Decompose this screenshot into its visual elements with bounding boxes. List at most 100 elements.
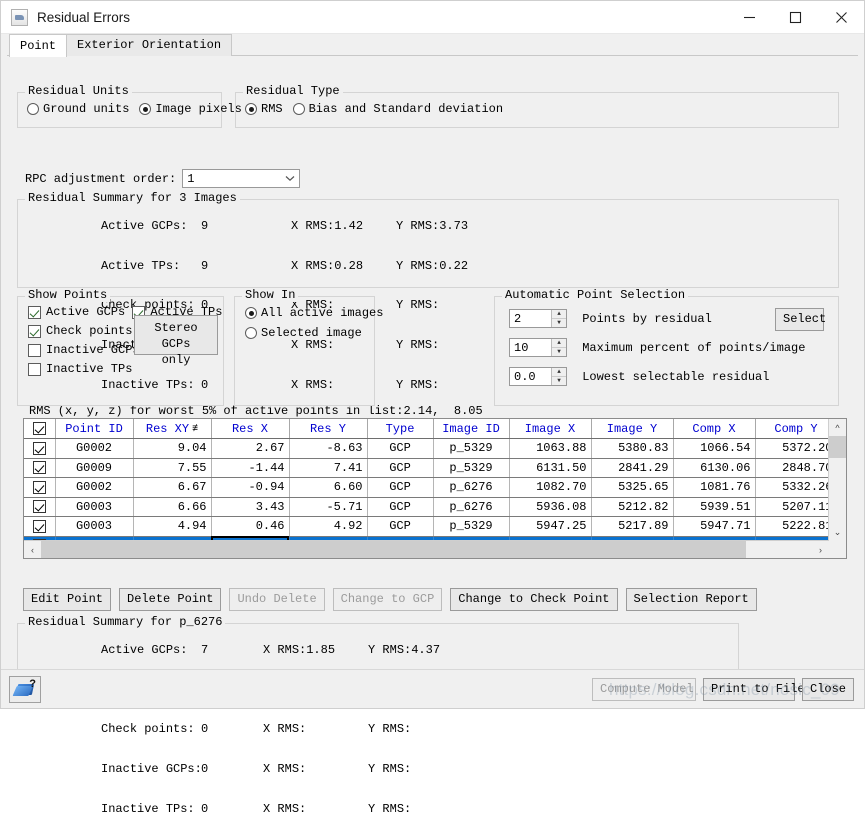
row-checkbox[interactable] bbox=[24, 439, 55, 459]
cell-type: GCP bbox=[367, 458, 433, 478]
summary-row: Active GCPs:9X RMS:1.42Y RMS:3.73 bbox=[29, 207, 483, 247]
table-vertical-scrollbar[interactable]: ^ ⌄ bbox=[828, 419, 846, 541]
row-checkbox-icon[interactable] bbox=[33, 520, 46, 533]
show-in-legend: Show In bbox=[242, 289, 298, 302]
points-by-residual-spin-buttons[interactable]: ▲ ▼ bbox=[551, 310, 566, 327]
spin-down-icon[interactable]: ▼ bbox=[552, 319, 566, 327]
cell-point-id: G0002 bbox=[55, 439, 133, 459]
select-all-checkbox-icon[interactable] bbox=[33, 422, 46, 435]
summary-yrms: Y RMS: bbox=[368, 722, 411, 736]
cell-res-y: -5.71 bbox=[289, 497, 367, 517]
cell-point-id: G0009 bbox=[55, 458, 133, 478]
rpc-adjustment-order-select[interactable]: 1 bbox=[182, 169, 300, 188]
row-checkbox-icon[interactable] bbox=[33, 442, 46, 455]
stereo-gcps-only-button[interactable]: Stereo GCPs only bbox=[134, 315, 218, 355]
maximum-percent-stepper[interactable]: 10 ▲ ▼ bbox=[509, 338, 567, 357]
cell-comp-y: 2848.70 bbox=[755, 458, 837, 478]
header-comp-x[interactable]: Comp X bbox=[673, 419, 755, 439]
scroll-up-icon[interactable]: ^ bbox=[829, 419, 846, 436]
table-row[interactable]: G0003 4.94 0.46 4.92 GCP p_5329 5947.25 … bbox=[24, 517, 847, 537]
row-checkbox-icon[interactable] bbox=[33, 500, 46, 513]
change-to-check-point-button[interactable]: Change to Check Point bbox=[450, 588, 617, 611]
header-res-y[interactable]: Res Y bbox=[289, 419, 367, 439]
points-table[interactable]: Point ID Res XY≢ Res X Res Y Type Image … bbox=[23, 418, 847, 559]
header-type[interactable]: Type bbox=[367, 419, 433, 439]
header-label: Type bbox=[386, 422, 415, 436]
maximize-icon[interactable] bbox=[772, 1, 818, 33]
row-checkbox[interactable] bbox=[24, 458, 55, 478]
table-row[interactable]: G0002 9.04 2.67 -8.63 GCP p_5329 1063.88… bbox=[24, 439, 847, 459]
spin-up-icon[interactable]: ▲ bbox=[552, 339, 566, 348]
residual-type-group: Residual Type RMS Bias and Standard devi… bbox=[235, 92, 839, 128]
table-horizontal-scrollbar[interactable]: ‹ › bbox=[24, 540, 829, 558]
minimize-icon[interactable] bbox=[726, 1, 772, 33]
summary-count: 7 bbox=[201, 644, 263, 657]
row-checkbox[interactable] bbox=[24, 478, 55, 498]
header-select-all[interactable] bbox=[24, 419, 55, 439]
table-row[interactable]: G0009 7.55 -1.44 7.41 GCP p_5329 6131.50… bbox=[24, 458, 847, 478]
table-row[interactable]: G0003 6.66 3.43 -5.71 GCP p_6276 5936.08… bbox=[24, 497, 847, 517]
spin-up-icon[interactable]: ▲ bbox=[552, 310, 566, 319]
radio-image-pixels[interactable]: Image pixels bbox=[139, 102, 241, 116]
radio-bias-std[interactable]: Bias and Standard deviation bbox=[293, 102, 503, 116]
select-button[interactable]: Select bbox=[775, 308, 824, 331]
table-row[interactable]: G0002 6.67 -0.94 6.60 GCP p_6276 1082.70… bbox=[24, 478, 847, 498]
header-comp-y[interactable]: Comp Y bbox=[755, 419, 837, 439]
maximum-percent-value: 10 bbox=[510, 341, 528, 355]
residual-type-legend: Residual Type bbox=[243, 85, 343, 98]
summary-yrms: Y RMS:3.73 bbox=[396, 219, 468, 233]
header-res-x[interactable]: Res X bbox=[211, 419, 289, 439]
tab-exterior-orientation[interactable]: Exterior Orientation bbox=[66, 34, 232, 56]
row-checkbox[interactable] bbox=[24, 497, 55, 517]
footer-actions: Compute Model Print to File Close bbox=[592, 678, 854, 701]
header-point-id[interactable]: Point ID bbox=[55, 419, 133, 439]
header-res-xy[interactable]: Res XY≢ bbox=[133, 419, 211, 439]
header-image-id[interactable]: Image ID bbox=[433, 419, 509, 439]
spin-down-icon[interactable]: ▼ bbox=[552, 377, 566, 385]
cell-image-id: p_5329 bbox=[433, 517, 509, 537]
summary-yrms: Y RMS: bbox=[368, 802, 411, 816]
header-image-x[interactable]: Image X bbox=[509, 419, 591, 439]
residual-summary-top-group: Residual Summary for 3 Images Active GCP… bbox=[17, 199, 839, 288]
spin-up-icon[interactable]: ▲ bbox=[552, 368, 566, 377]
maximum-percent-spin-buttons[interactable]: ▲ ▼ bbox=[551, 339, 566, 356]
horizontal-scroll-track[interactable] bbox=[41, 541, 812, 558]
vertical-scroll-thumb[interactable] bbox=[829, 436, 846, 458]
row-checkbox[interactable] bbox=[24, 517, 55, 537]
header-image-y[interactable]: Image Y bbox=[591, 419, 673, 439]
help-button[interactable]: ? bbox=[9, 676, 41, 703]
spin-down-icon[interactable]: ▼ bbox=[552, 348, 566, 356]
sort-descending-icon: ≢ bbox=[192, 424, 198, 435]
radio-rms[interactable]: RMS bbox=[245, 102, 283, 116]
radio-selected-image[interactable]: Selected image bbox=[245, 326, 362, 340]
summary-xrms: X RMS:1.42 bbox=[291, 220, 396, 233]
close-button[interactable]: Close bbox=[802, 678, 854, 701]
tab-point[interactable]: Point bbox=[9, 34, 67, 57]
checkbox-box-inactive-gcps bbox=[28, 344, 41, 357]
checkbox-inactive-tps[interactable]: Inactive TPs bbox=[28, 362, 132, 376]
checkbox-check-points[interactable]: Check points bbox=[28, 324, 132, 338]
close-icon[interactable] bbox=[818, 1, 864, 33]
scroll-down-icon[interactable]: ⌄ bbox=[829, 524, 846, 541]
radio-label-ground-units: Ground units bbox=[43, 102, 129, 116]
radio-ground-units[interactable]: Ground units bbox=[27, 102, 129, 116]
scroll-left-icon[interactable]: ‹ bbox=[24, 541, 41, 558]
summary-yrms: Y RMS:0.22 bbox=[396, 259, 468, 273]
checkbox-active-gcps[interactable]: Active GCPs bbox=[28, 305, 125, 319]
scroll-right-icon[interactable]: › bbox=[812, 541, 829, 558]
lowest-residual-spin-buttons[interactable]: ▲ ▼ bbox=[551, 368, 566, 385]
cell-image-x: 5947.25 bbox=[509, 517, 591, 537]
radio-label-bias-std: Bias and Standard deviation bbox=[309, 102, 503, 116]
print-to-file-button[interactable]: Print to File bbox=[703, 678, 795, 701]
row-checkbox-icon[interactable] bbox=[33, 481, 46, 494]
points-by-residual-stepper[interactable]: 2 ▲ ▼ bbox=[509, 309, 567, 328]
lowest-residual-stepper[interactable]: 0.0 ▲ ▼ bbox=[509, 367, 567, 386]
horizontal-scroll-thumb[interactable] bbox=[41, 541, 746, 558]
checkbox-inactive-gcps[interactable]: Inactive GCPs bbox=[28, 343, 140, 357]
row-checkbox-icon[interactable] bbox=[33, 461, 46, 474]
delete-point-button[interactable]: Delete Point bbox=[119, 588, 221, 611]
radio-all-active-images[interactable]: All active images bbox=[245, 306, 383, 320]
summary-count: 0 bbox=[201, 803, 263, 816]
selection-report-button[interactable]: Selection Report bbox=[626, 588, 757, 611]
edit-point-button[interactable]: Edit Point bbox=[23, 588, 111, 611]
